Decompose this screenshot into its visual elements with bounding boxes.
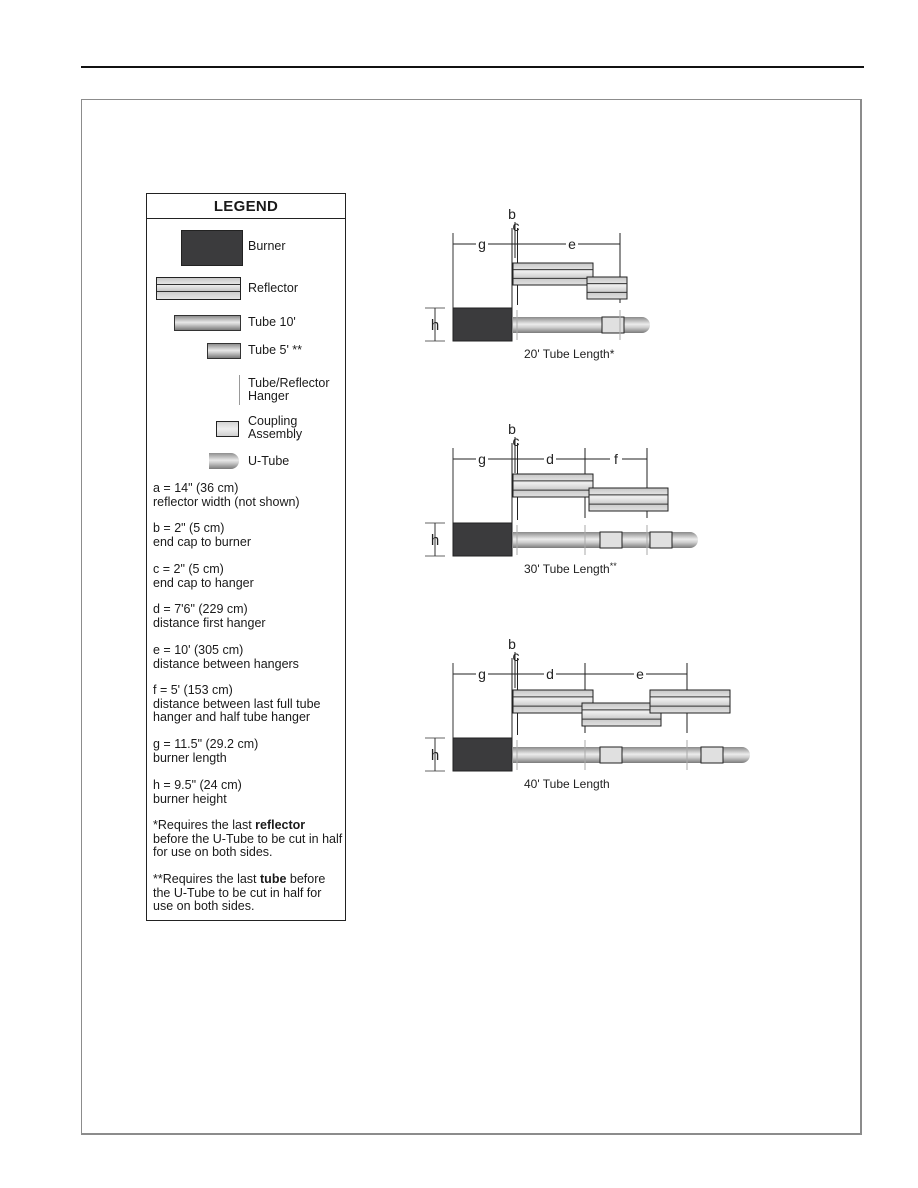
definition-e-value: e = 10' (305 cm) — [153, 643, 244, 657]
c-dim-label: c — [513, 218, 520, 234]
u-tube-icon — [209, 453, 239, 469]
burner — [452, 737, 513, 772]
reflector-0 — [512, 689, 594, 714]
definition-f-desc: distance between last full tube — [153, 696, 321, 711]
definition-c: c = 2" (5 cm) end cap to hanger — [153, 562, 254, 590]
legend-label-hanger-line2: Hanger — [248, 389, 289, 403]
burner — [452, 522, 513, 557]
coupling-assembly — [599, 746, 623, 764]
dim-label-e: e — [636, 666, 644, 682]
reflector-0 — [512, 473, 594, 498]
diagram-caption: 30' Tube Length** — [524, 561, 617, 576]
reflector-2 — [649, 689, 731, 714]
legend-label-burner: Burner — [248, 239, 286, 253]
coupling-assembly — [649, 531, 673, 549]
caption-footnote-mark: ** — [610, 561, 618, 571]
definition-b-desc: end cap to burner — [153, 534, 251, 549]
note-bold: tube — [260, 872, 287, 886]
diagram-40ft: hbcg d e40' Tube Length — [425, 636, 750, 791]
definition-a: a = 14" (36 cm) reflector width (not sho… — [153, 481, 300, 509]
dim-label-e: e — [568, 236, 576, 252]
note-reflector: *Requires the last reflector before the … — [153, 818, 343, 860]
note-text: *Requires the last — [153, 818, 256, 832]
dim-label-f: f — [614, 451, 618, 467]
legend-label-hanger: Tube/Reflector Hanger — [248, 377, 330, 403]
diagram-20ft: hbcg e20' Tube Length* — [425, 206, 650, 361]
definition-a-value: a = 14" (36 cm) — [153, 481, 239, 495]
definition-h: h = 9.5" (24 cm) burner height — [153, 778, 242, 806]
definition-a-desc: reflector width (not shown) — [153, 494, 300, 509]
diagram-caption: 40' Tube Length — [524, 777, 610, 791]
legend-label-reflector: Reflector — [248, 281, 299, 295]
note-bold: reflector — [255, 818, 306, 832]
h-dim-label: h — [431, 317, 439, 334]
definition-h-desc: burner height — [153, 791, 227, 806]
definition-e-desc: distance between hangers — [153, 656, 299, 671]
h-dim-label: h — [431, 747, 439, 764]
tube-10-icon — [174, 315, 241, 331]
reflector-1 — [586, 276, 628, 300]
note-tube: **Requires the last tube before the U-Tu… — [153, 872, 343, 914]
definition-g: g = 11.5" (29.2 cm) burner length — [153, 737, 259, 765]
definition-f: f = 5' (153 cm) distance between last fu… — [153, 683, 321, 725]
definition-g-desc: burner length — [153, 750, 227, 765]
definition-e: e = 10' (305 cm) distance between hanger… — [153, 643, 299, 671]
dim-label-g: g — [478, 451, 486, 467]
legend-label-coupling-line2: Assembly — [248, 427, 303, 441]
tube — [513, 317, 650, 333]
definition-d-value: d = 7'6" (229 cm) — [153, 602, 248, 616]
definition-b: b = 2" (5 cm) end cap to burner — [153, 521, 251, 549]
definition-b-value: b = 2" (5 cm) — [153, 521, 225, 535]
definition-c-desc: end cap to hanger — [153, 575, 254, 590]
dim-label-g: g — [478, 666, 486, 682]
note-text: before the U-Tube to be cut in half for … — [153, 831, 343, 859]
reflector-icon — [156, 277, 241, 300]
legend-box: LEGEND Burner Reflector Tube 10' Tube 5'… — [146, 193, 346, 921]
dim-label-d: d — [546, 666, 554, 682]
tube-5-icon — [207, 343, 241, 359]
legend-label-u-tube: U-Tube — [248, 454, 290, 468]
definition-f-value: f = 5' (153 cm) — [153, 683, 233, 697]
definition-g-value: g = 11.5" (29.2 cm) — [153, 737, 259, 751]
definition-f-desc2: hanger and half tube hanger — [153, 710, 311, 724]
diagram-caption: 20' Tube Length* — [524, 347, 615, 361]
reflector-1 — [581, 702, 662, 727]
legend-label-tube-5: Tube 5' ** — [248, 343, 303, 357]
hanger-icon — [239, 375, 240, 405]
definition-d-desc: distance first hanger — [153, 615, 266, 630]
legend-label-coupling: Coupling Assembly — [248, 415, 302, 441]
dim-label-g: g — [478, 236, 486, 252]
legend-title: LEGEND — [147, 194, 345, 219]
dim-label-d: d — [546, 451, 554, 467]
c-dim-label: c — [513, 433, 520, 449]
diagram-30ft: hbcg d f30' Tube Length** — [425, 421, 698, 576]
coupling-icon — [216, 421, 239, 437]
definition-h-value: h = 9.5" (24 cm) — [153, 778, 242, 792]
coupling-assembly — [599, 531, 623, 549]
burner — [452, 307, 513, 342]
reflector-1 — [588, 487, 669, 512]
note-text: **Requires the last — [153, 872, 261, 886]
coupling-assembly — [601, 316, 625, 334]
definition-d: d = 7'6" (229 cm) distance first hanger — [153, 602, 266, 630]
legend-label-tube-10: Tube 10' — [248, 315, 296, 329]
definition-c-value: c = 2" (5 cm) — [153, 562, 224, 576]
c-dim-label: c — [513, 648, 520, 664]
caption-footnote-mark: * — [610, 347, 615, 361]
burner-icon — [181, 230, 243, 266]
h-dim-label: h — [431, 532, 439, 549]
reflector-0 — [512, 262, 594, 286]
coupling-assembly — [700, 746, 724, 764]
header-rule — [81, 66, 864, 68]
